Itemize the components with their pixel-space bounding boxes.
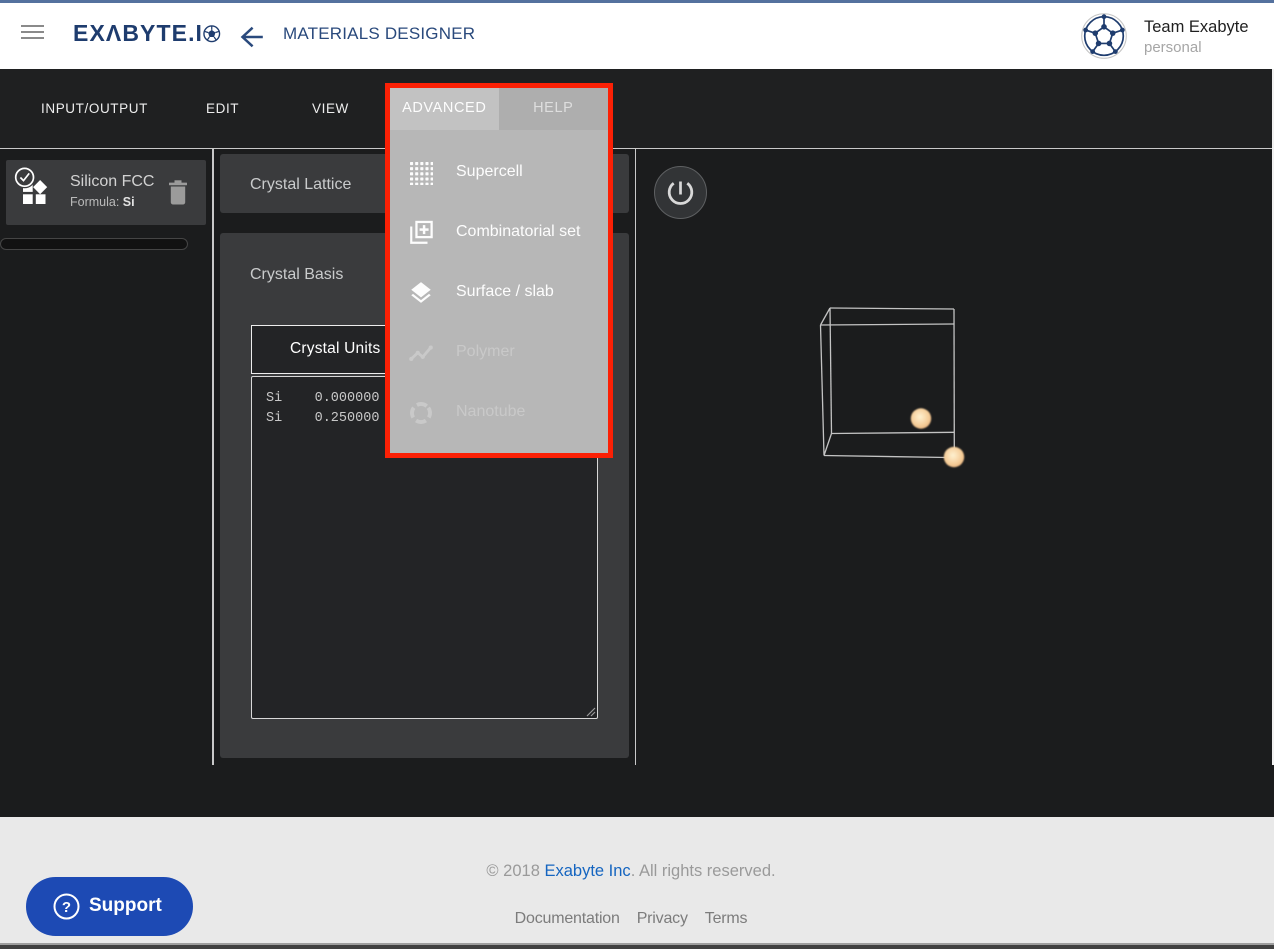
svg-text:?: ? (62, 899, 71, 916)
